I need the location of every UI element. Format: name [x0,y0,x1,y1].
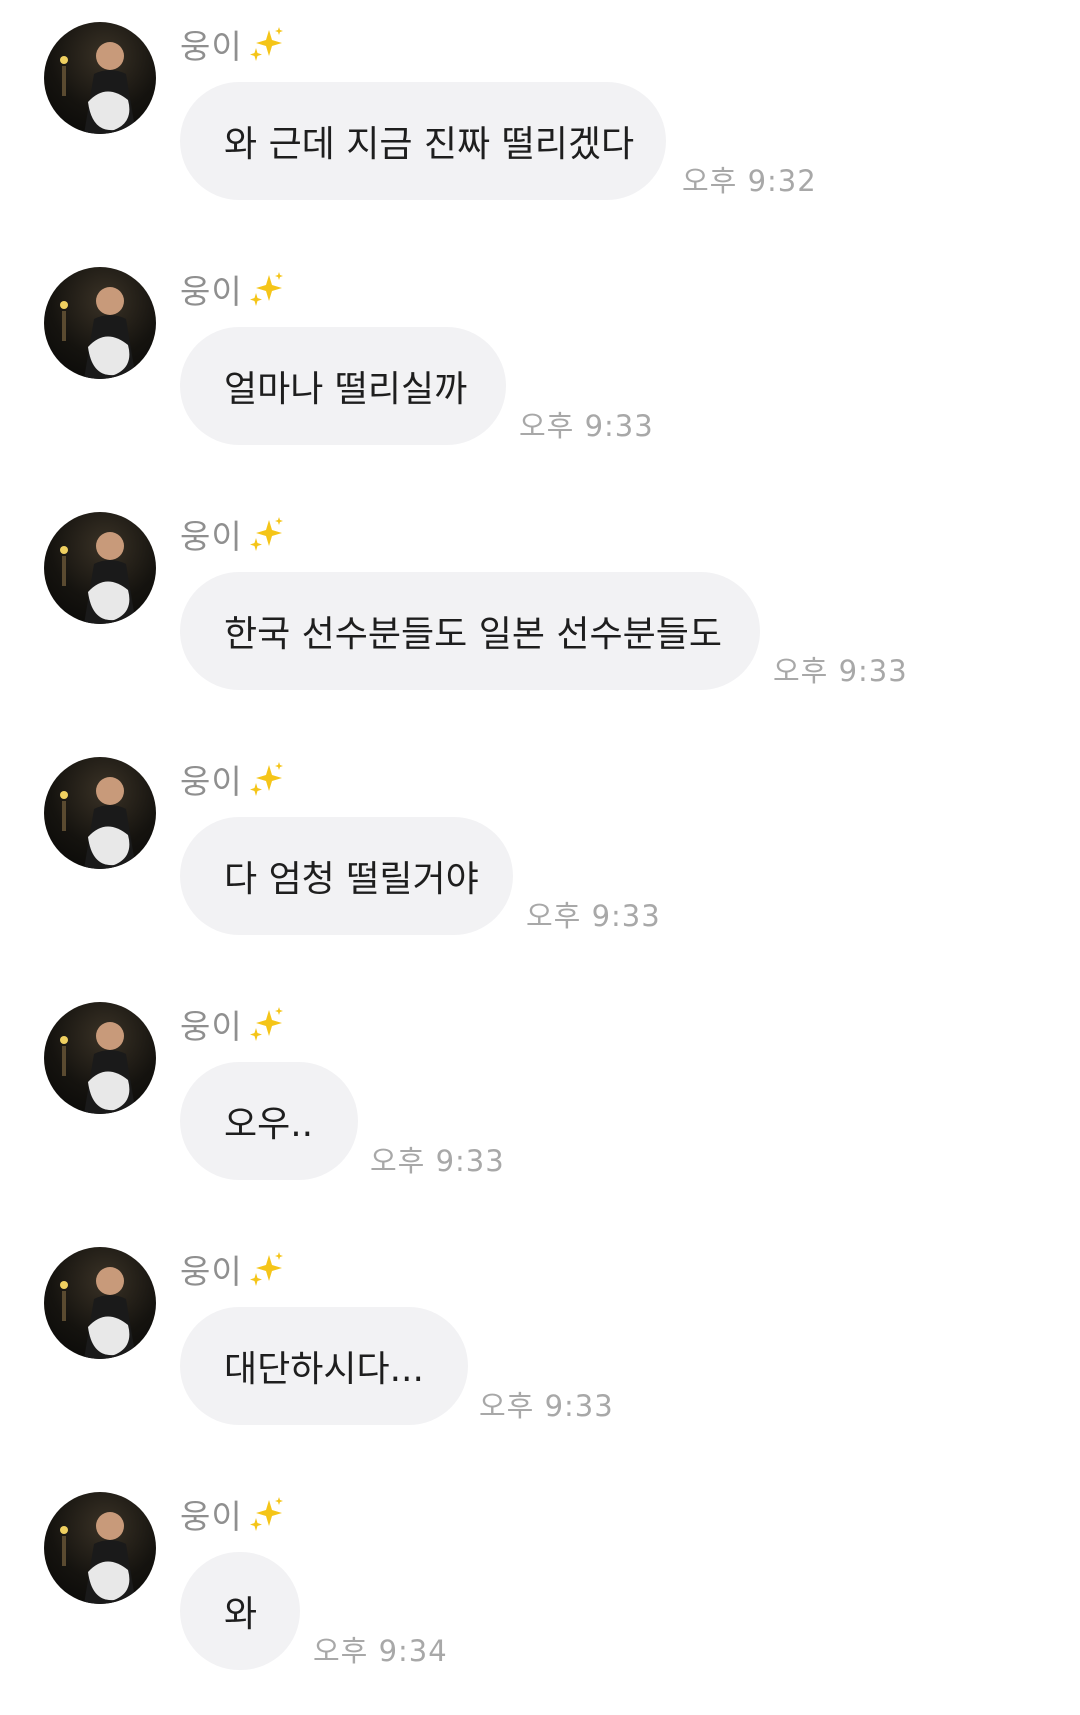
message-bubble[interactable]: 대단하시다... [180,1307,468,1425]
avatar[interactable] [44,512,156,624]
message-bubble[interactable]: 오우.. [180,1062,358,1180]
sender-name: 웅이 [180,22,287,66]
avatar[interactable] [44,22,156,134]
sender-name: 웅이 [180,1247,287,1291]
chat-message: 웅이 다 엄청 떨릴거야 오후 9:33 [0,735,1080,980]
sender-name-text: 웅이 [180,27,243,66]
avatar[interactable] [44,1002,156,1114]
message-timestamp: 오후 9:33 [773,654,908,688]
avatar[interactable] [44,757,156,869]
sparkles-icon [247,759,287,799]
message-bubble[interactable]: 와 [180,1552,300,1670]
sender-name-text: 웅이 [180,1007,243,1046]
chat-message: 웅이 대단하시다... 오후 9:33 [0,1225,1080,1470]
message-bubble[interactable]: 다 엄청 떨릴거야 [180,817,513,935]
sender-name: 웅이 [180,267,287,311]
message-bubble[interactable]: 얼마나 떨리실까 [180,327,506,445]
sender-name-text: 웅이 [180,272,243,311]
sender-name-text: 웅이 [180,1252,243,1291]
message-bubble[interactable]: 와 근데 지금 진짜 떨리겠다 [180,82,666,200]
message-timestamp: 오후 9:34 [313,1634,448,1668]
sparkles-icon [247,1494,287,1534]
chat-message: 웅이 얼마나 떨리실까 오후 9:33 [0,245,1080,490]
sparkles-icon [247,269,287,309]
sparkles-icon [247,24,287,64]
message-timestamp: 오후 9:33 [370,1144,505,1178]
message-timestamp: 오후 9:33 [519,409,654,443]
sender-name-text: 웅이 [180,1497,243,1536]
sender-name-text: 웅이 [180,762,243,801]
sender-name: 웅이 [180,1492,287,1536]
sender-name: 웅이 [180,1002,287,1046]
avatar[interactable] [44,1247,156,1359]
sender-name: 웅이 [180,512,287,556]
sparkles-icon [247,514,287,554]
message-timestamp: 오후 9:32 [682,164,817,198]
sender-name-text: 웅이 [180,517,243,556]
chat-message: 웅이 오우.. 오후 9:33 [0,980,1080,1225]
avatar[interactable] [44,267,156,379]
sparkles-icon [247,1004,287,1044]
message-bubble[interactable]: 한국 선수분들도 일본 선수분들도 [180,572,760,690]
sender-name: 웅이 [180,757,287,801]
chat-message: 웅이 한국 선수분들도 일본 선수분들도 오후 9:33 [0,490,1080,735]
chat-message: 웅이 와 오후 9:34 [0,1470,1080,1715]
chat-message: 웅이 와 근데 지금 진짜 떨리겠다 오후 9:32 [0,0,1080,245]
avatar[interactable] [44,1492,156,1604]
message-timestamp: 오후 9:33 [479,1389,614,1423]
message-timestamp: 오후 9:33 [526,899,661,933]
sparkles-icon [247,1249,287,1289]
